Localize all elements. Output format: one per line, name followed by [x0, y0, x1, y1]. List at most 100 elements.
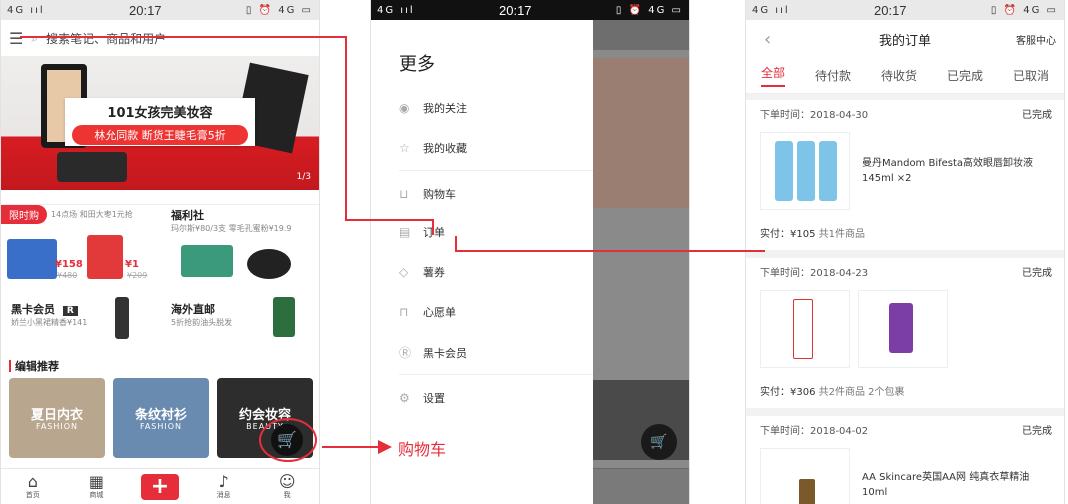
drawer-label: 心愿单 — [423, 306, 456, 319]
flash-sale-sub: 14点场 和田大枣1元抢 — [51, 210, 133, 219]
drawer-label: 黑卡会员 — [423, 346, 467, 360]
order-card[interactable]: 下单时间：2018-04-02 已完成 AA Skincare英国AA网 纯真衣草… — [746, 416, 1064, 504]
product-bag[interactable] — [87, 235, 123, 279]
drawer-item-follow[interactable]: ◉ 我的关注 — [399, 100, 467, 116]
tab-cancelled[interactable]: 已取消 — [1013, 67, 1049, 84]
search-bar[interactable]: ☰ ⌕ 搜索笔记、商品和用户 — [9, 24, 311, 52]
flash-sale-tag: 限时购 — [1, 205, 47, 224]
promo-banner[interactable]: 101女孩完美妆容 林允同款 断货王睫毛膏5折 1/3 — [1, 56, 319, 190]
dimmed-home[interactable] — [593, 20, 689, 504]
search-input[interactable]: 搜索笔记、商品和用户 — [46, 30, 166, 47]
nav-home[interactable]: ⌂ 首页 — [13, 473, 53, 500]
order-count: 共1件商品 — [818, 229, 866, 240]
status-time: 20:17 — [499, 2, 532, 18]
flash-old-1: ¥480 — [57, 271, 78, 280]
order-status: 已完成 — [1022, 110, 1052, 121]
tile-underwear[interactable]: 夏日内衣 FASHION — [9, 378, 105, 458]
drawer-item-orders[interactable]: ▤ 订单 — [399, 224, 445, 240]
annotation-line — [20, 36, 346, 38]
tile-shirt[interactable]: 条纹衬衫 FASHION — [113, 378, 209, 458]
vip-sub: 娇兰小黑裙精香¥141 — [11, 318, 88, 327]
promo-grid: 限时购 14点场 和田大枣1元抢 ¥158 ¥480 ¥1 ¥209 福利社 玛… — [1, 204, 319, 344]
order-card[interactable]: 下单时间：2018-04-23 已完成 实付：¥306 共2件商品 2个包裹 — [746, 258, 1064, 408]
menu-icon[interactable]: ☰ — [9, 29, 23, 48]
annotation-line — [432, 219, 434, 235]
stage: 4G ııl 20:17 ▯ ⏰ 4G ▭ ☰ ⌕ 搜索笔记、商品和用户 101… — [0, 0, 1068, 504]
overseas-section[interactable]: 海外直邮 5折抢韵油头脱发 — [171, 301, 232, 328]
cart-icon[interactable]: 🛒 — [271, 424, 303, 456]
nav-add[interactable]: + — [140, 473, 180, 500]
tab-pending-payment[interactable]: 待付款 — [815, 67, 851, 84]
drawer-label: 我的关注 — [423, 102, 467, 115]
flash-price-1: ¥158 — [55, 259, 83, 270]
welfare-sub: 玛尔斯¥80/3支 零毛孔蜜粉¥19.9 — [171, 224, 292, 233]
order-count: 共2件商品 2个包裹 — [818, 387, 905, 398]
flash-sale[interactable]: 限时购 14点场 和田大枣1元抢 — [1, 205, 161, 224]
vip-badge: R — [62, 306, 78, 316]
annotation-line — [455, 250, 765, 252]
nav-label: 商城 — [89, 490, 104, 499]
order-icon: ▤ — [399, 225, 411, 239]
order-paid: 实付：¥105 — [760, 229, 816, 240]
tab-pending-receipt[interactable]: 待收货 — [881, 67, 917, 84]
tile-title: 条纹衬衫 — [134, 408, 187, 423]
arrow-head-icon — [378, 440, 392, 454]
nav-mall[interactable]: ▦ 商城 — [76, 471, 116, 500]
accent-bar — [9, 360, 11, 372]
drawer-item-cart[interactable]: ⊔ 购物车 — [399, 186, 456, 202]
banner-subtitle: 林允同款 断货王睫毛膏5折 — [72, 125, 248, 145]
product-perfume[interactable] — [115, 297, 129, 339]
product-desc: AA Skincare英国AA网 纯真衣草精油 10ml — [862, 472, 1030, 498]
page-title: 我的订单 — [878, 33, 931, 49]
drawer-item-coupons[interactable]: ◇ 薯券 — [399, 264, 445, 280]
order-time: 下单时间：2018-04-30 — [760, 110, 869, 121]
divider — [399, 374, 593, 375]
drawer-label: 购物车 — [423, 188, 456, 201]
cart-icon[interactable]: 🛒 — [641, 424, 677, 460]
product-mask[interactable] — [7, 239, 57, 279]
product-powder[interactable] — [247, 249, 291, 279]
drawer-label: 薯券 — [423, 266, 445, 279]
store-icon: ▦ — [88, 471, 104, 491]
annotation-label: 购物车 — [398, 440, 447, 459]
welfare-section[interactable]: 福利社 玛尔斯¥80/3支 零毛孔蜜粉¥19.9 — [171, 207, 292, 234]
drawer-item-vip[interactable]: Ⓡ 黑卡会员 — [399, 344, 467, 361]
annotation-arrow — [322, 446, 382, 448]
orders-header: ‹ 我的订单 客服中心 — [746, 20, 1064, 58]
annotation-line — [345, 219, 433, 221]
bag-icon: ⊓ — [399, 305, 409, 319]
editor-title: 编辑推荐 — [15, 360, 59, 373]
drawer-label: 设置 — [423, 392, 445, 405]
drawer-item-settings[interactable]: ⚙ 设置 — [399, 390, 445, 406]
eye-icon: ◉ — [399, 101, 410, 115]
nav-me[interactable]: ☺ 我 — [267, 471, 307, 500]
status-time: 20:17 — [874, 2, 907, 18]
product-bottles[interactable] — [273, 297, 295, 337]
order-time: 下单时间：2018-04-02 — [760, 426, 869, 437]
tab-all[interactable]: 全部 — [760, 64, 785, 87]
order-status: 已完成 — [1022, 268, 1052, 279]
status-time: 20:17 — [129, 2, 162, 18]
back-icon[interactable]: ‹ — [764, 29, 771, 50]
order-card[interactable]: 下单时间：2018-04-30 已完成 曼丹Mandom Bifesta高效眼唇卸… — [746, 100, 1064, 250]
status-bar: 4G ııl 20:17 ▯ ⏰ 4G ▭ — [1, 0, 319, 20]
tab-completed[interactable]: 已完成 — [947, 67, 983, 84]
annotation-line — [345, 36, 347, 220]
drawer-item-favorites[interactable]: ☆ 我的收藏 — [399, 140, 467, 156]
signal-icon: 4G ııl — [377, 4, 415, 16]
editor-header: 编辑推荐 — [9, 358, 59, 374]
drawer-item-wishlist[interactable]: ⊓ 心愿单 — [399, 304, 456, 320]
battery-icon: ▯ ⏰ 4G ▭ — [990, 4, 1058, 16]
nav-label: 我 — [283, 490, 291, 499]
battery-icon: ▯ ⏰ 4G ▭ — [615, 4, 683, 16]
product-thumb — [760, 290, 850, 368]
nav-label: 消息 — [216, 490, 231, 499]
user-icon: ☺ — [278, 471, 296, 491]
service-link[interactable]: 客服中心 — [1016, 32, 1056, 47]
vip-section[interactable]: 黑卡会员 R 娇兰小黑裙精香¥141 — [11, 301, 87, 328]
nav-messages[interactable]: ♪ 消息 — [204, 473, 244, 500]
vip-icon: Ⓡ — [399, 346, 412, 360]
overseas-title: 海外直邮 — [171, 303, 215, 316]
product-tubes[interactable] — [181, 245, 233, 277]
order-paid: 实付：¥306 — [760, 387, 816, 398]
